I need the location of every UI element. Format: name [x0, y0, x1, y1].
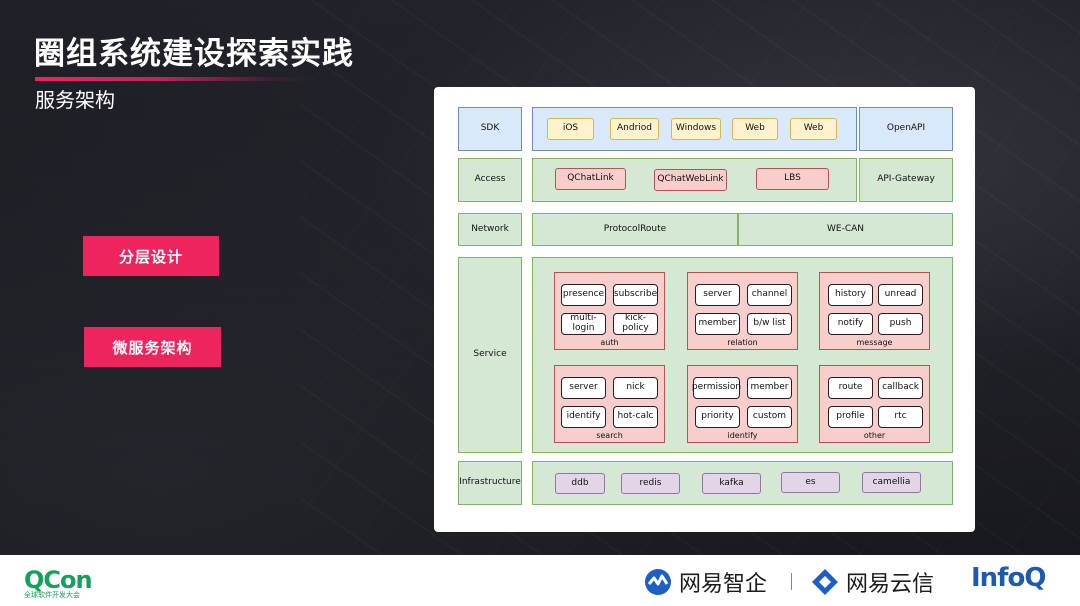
service-multi-login: multi-login	[561, 313, 606, 335]
pill-layered-design: 分层设计	[83, 236, 219, 276]
service-identify: identify	[561, 406, 606, 428]
qcon-tagline: 全球软件开发大会	[24, 591, 80, 599]
group-label-auth: auth	[600, 338, 619, 347]
service-channel: channel	[747, 284, 792, 306]
brand-netease-zhiqi-label: 网易智企	[679, 572, 768, 597]
service-identify-member: member	[747, 377, 792, 399]
service-member: member	[695, 313, 740, 335]
pill-microservice: 微服务架构	[84, 327, 221, 367]
title-underline	[35, 77, 315, 81]
service-notify: notify	[828, 313, 873, 335]
service-presence: presence	[561, 284, 606, 306]
infoq-logo: InfoQ	[971, 563, 1046, 593]
architecture-diagram: SDK Access Network Service Infrastructur…	[434, 87, 975, 532]
netease-yunxin-icon	[812, 569, 838, 595]
service-push: push	[878, 313, 923, 335]
infra-es: es	[781, 472, 840, 493]
service-custom: custom	[747, 406, 792, 428]
service-history: history	[828, 284, 873, 306]
layer-label-sdk: SDK	[458, 107, 522, 151]
infra-ddb: ddb	[555, 473, 605, 494]
brand-netease-yunxin-label: 网易云信	[846, 572, 935, 597]
service-unread: unread	[878, 284, 923, 306]
group-label-identify: identify	[727, 431, 758, 440]
layer-label-network: Network	[458, 213, 522, 246]
layer-label-infrastructure: Infrastructure	[458, 461, 522, 505]
service-rtc: rtc	[878, 406, 923, 428]
service-nick: nick	[613, 377, 658, 399]
group-label-message: message	[856, 338, 893, 347]
infra-camellia: camellia	[862, 472, 921, 493]
service-subscribe: subscribe	[613, 284, 658, 306]
infra-kafka: kafka	[702, 473, 761, 494]
network-we-can: WE-CAN	[738, 213, 953, 246]
layer-label-service: Service	[458, 257, 522, 453]
netease-zhiqi-icon	[645, 569, 671, 595]
network-protocolroute: ProtocolRoute	[532, 213, 738, 246]
service-bw-list: b/w list	[747, 313, 792, 335]
footer-divider	[791, 573, 792, 590]
access-qchatweblink: QChatWebLink	[654, 169, 727, 191]
group-label-search: search	[596, 431, 623, 440]
service-hot-calc: hot-calc	[613, 406, 658, 428]
sdk-windows: Windows	[671, 118, 721, 140]
sdk-web-2: Web	[790, 118, 837, 140]
api-gateway-box: API-Gateway	[859, 158, 953, 202]
service-search-server: server	[561, 377, 606, 399]
group-label-relation: relation	[727, 338, 758, 347]
service-permission: permission	[692, 377, 741, 399]
service-priority: priority	[695, 406, 740, 428]
service-route: route	[828, 377, 873, 399]
page-title: 圈组系统建设探索实践	[34, 36, 354, 72]
service-server: server	[695, 284, 740, 306]
sdk-ios: iOS	[547, 118, 594, 140]
access-lbs: LBS	[756, 168, 829, 190]
service-callback: callback	[878, 377, 923, 399]
page-subtitle: 服务架构	[35, 88, 115, 112]
brand-netease-zhiqi: 网易智企	[643, 566, 767, 598]
group-label-other: other	[863, 431, 886, 440]
openapi-box: OpenAPI	[859, 107, 953, 151]
layer-label-access: Access	[458, 158, 522, 202]
sdk-android: Andriod	[610, 118, 659, 140]
infra-redis: redis	[621, 473, 680, 494]
brand-netease-yunxin: 网易云信	[810, 566, 934, 598]
service-profile: profile	[828, 406, 873, 428]
access-qchatlink: QChatLink	[555, 168, 626, 190]
sdk-web-1: Web	[732, 118, 778, 140]
service-kick-policy: kick-policy	[613, 313, 658, 335]
